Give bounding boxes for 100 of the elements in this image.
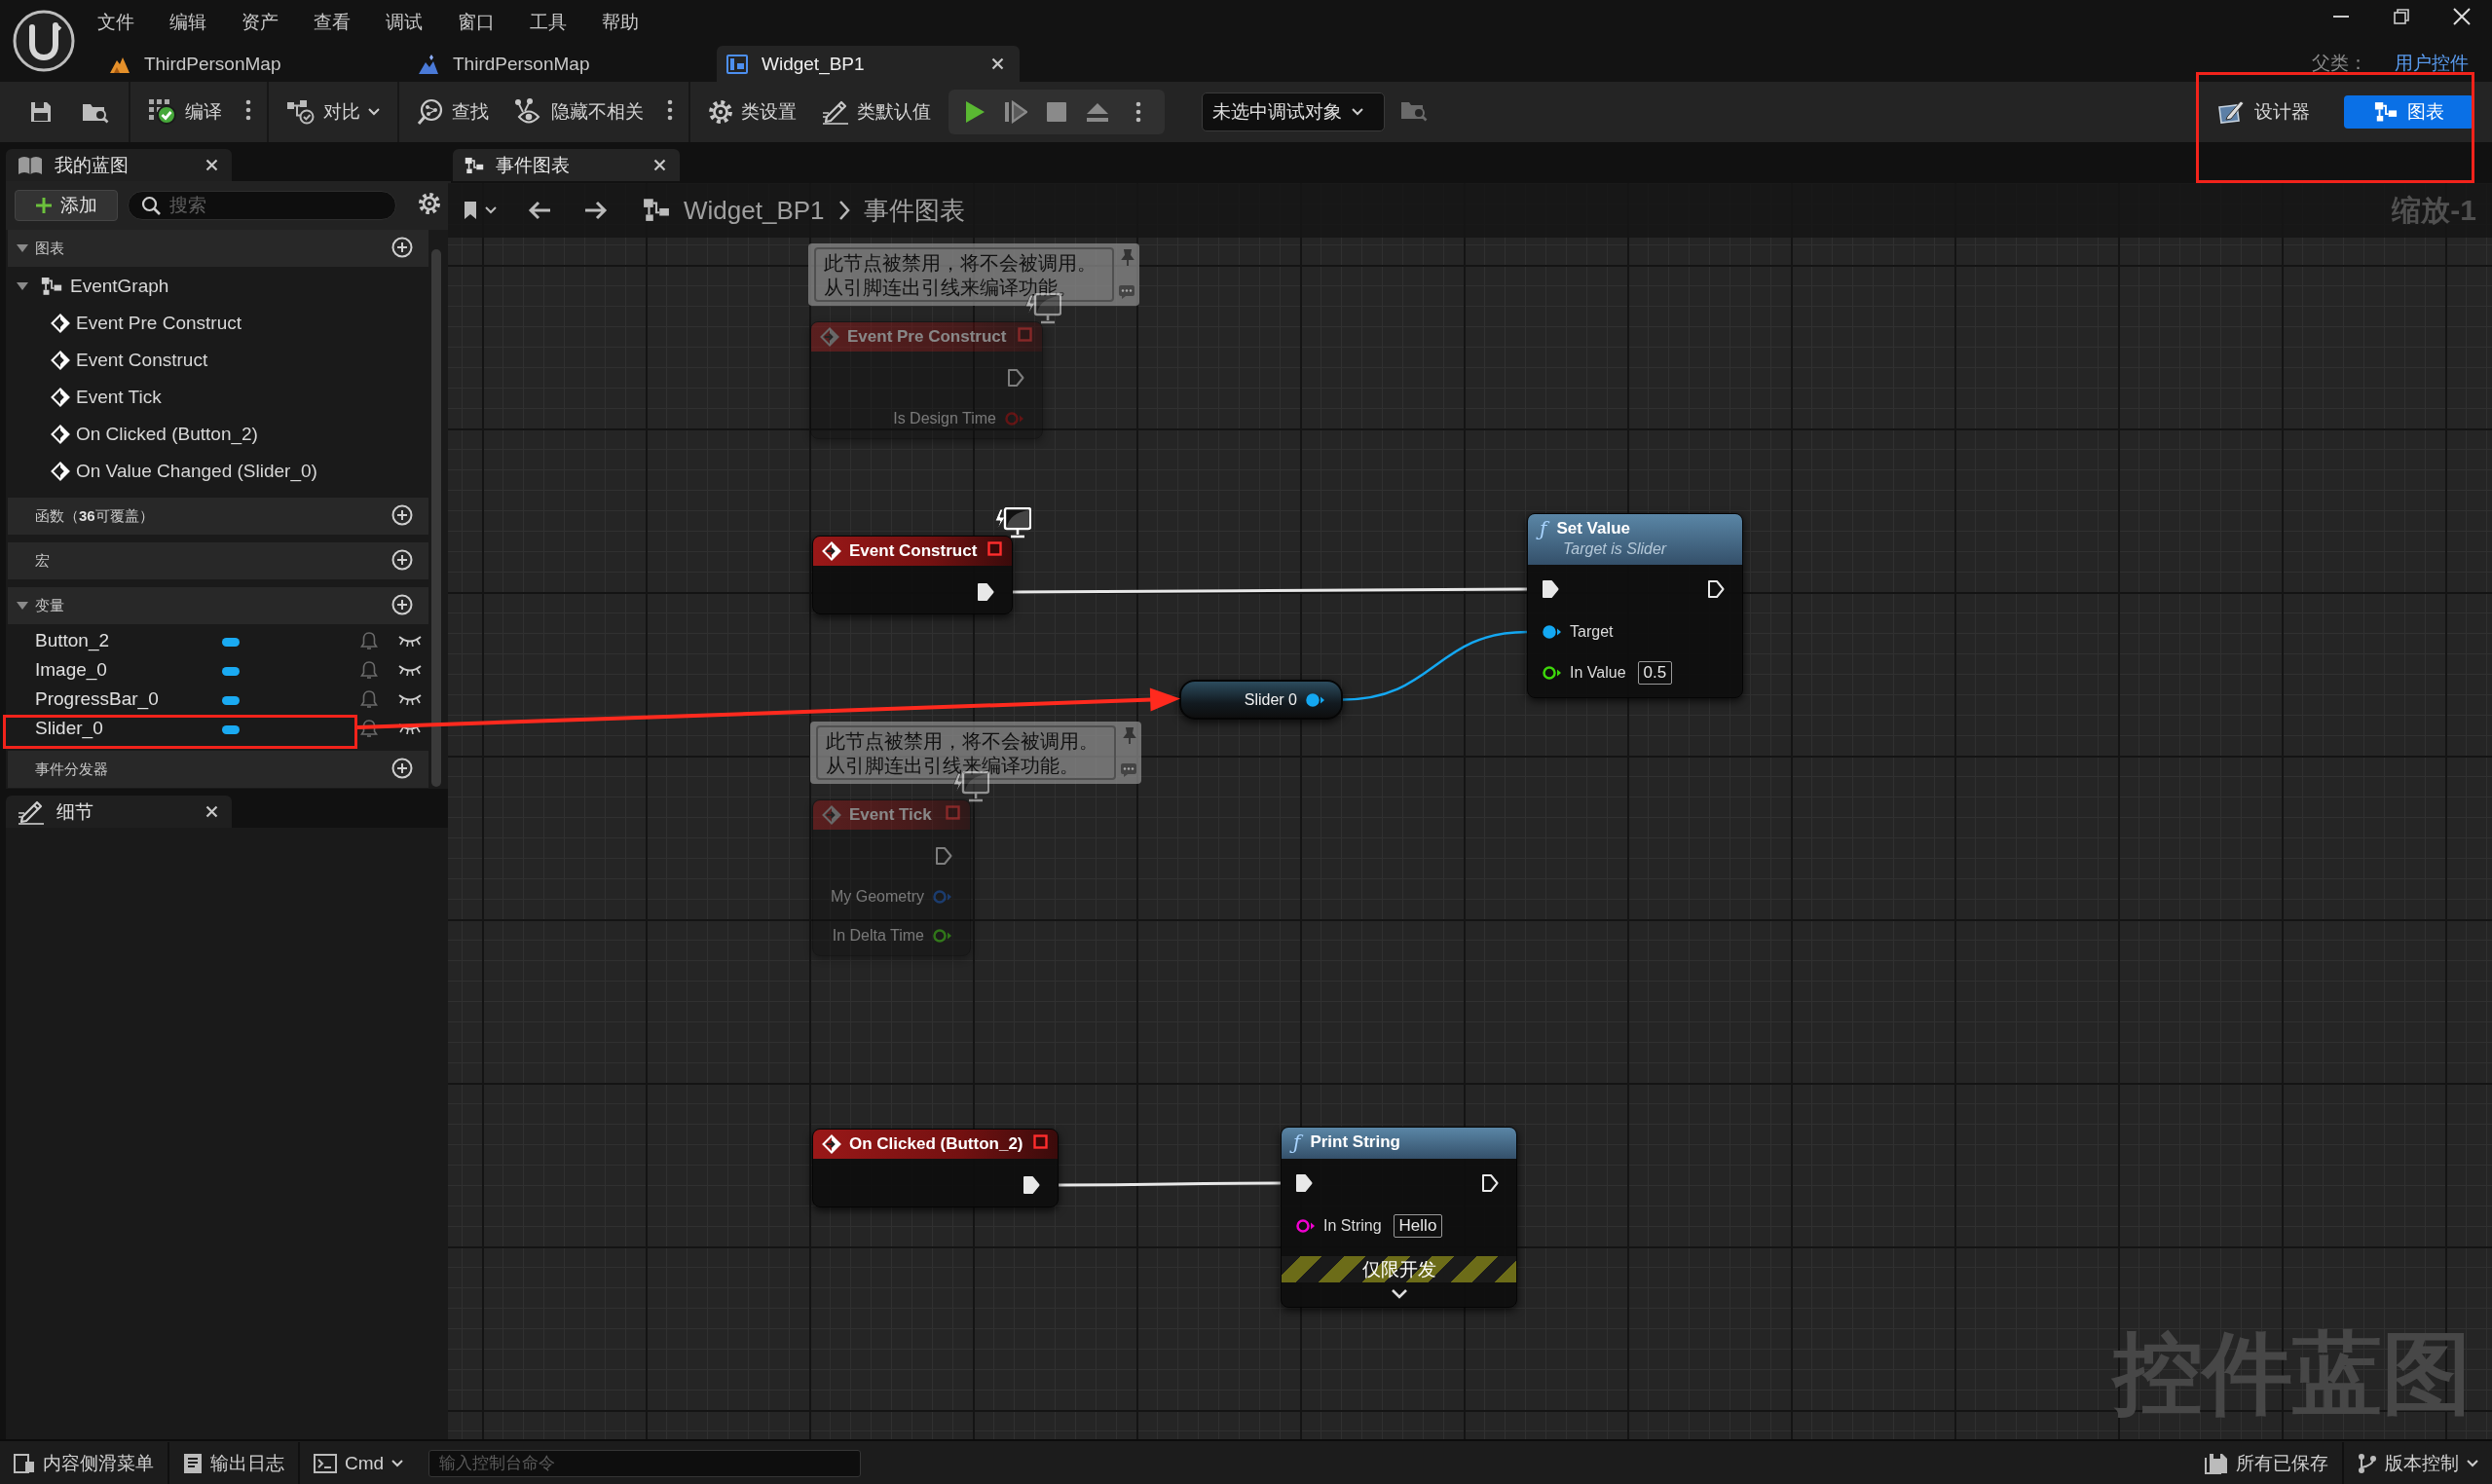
menu-item[interactable]: 工具	[512, 7, 584, 38]
tree-item[interactable]: Event Tick	[8, 379, 428, 416]
menu-item[interactable]: 窗口	[440, 7, 512, 38]
section-header[interactable]: 宏	[8, 542, 428, 579]
expand-arrow-icon[interactable]	[16, 281, 29, 291]
add-circle-icon[interactable]	[391, 548, 413, 571]
menu-item[interactable]: 帮助	[584, 7, 656, 38]
exec-pin-icon[interactable]	[977, 582, 994, 602]
menu-item[interactable]: 文件	[80, 7, 152, 38]
document-tab[interactable]: ThirdPersonMap	[408, 46, 711, 82]
add-button[interactable]: 添加	[15, 190, 118, 221]
menu-item[interactable]: 编辑	[152, 7, 224, 38]
menu-item[interactable]: 调试	[368, 7, 440, 38]
add-circle-icon[interactable]	[391, 503, 413, 526]
toolbar-button[interactable]: 类默认值	[812, 90, 941, 134]
close-icon[interactable]	[2453, 8, 2471, 25]
tree-item[interactable]: Event Construct	[8, 342, 428, 379]
variable-row[interactable]: Button_2	[8, 626, 428, 655]
bell-icon[interactable]	[360, 719, 378, 738]
add-circle-icon[interactable]	[391, 757, 413, 779]
node-header[interactable]: Event Construct	[813, 537, 1012, 566]
section-header[interactable]: 函数（36可覆盖）	[8, 498, 428, 535]
eye-closed-icon[interactable]	[397, 693, 423, 705]
tree-item[interactable]: On Clicked (Button_2)	[8, 416, 428, 453]
mode-button[interactable]: 设计器	[2199, 95, 2328, 129]
section-header[interactable]: 图表	[8, 230, 428, 267]
status-button[interactable]: 输出日志	[169, 1442, 298, 1484]
exec-pin-icon[interactable]	[1295, 1173, 1313, 1193]
tree-item[interactable]: Event Pre Construct	[8, 305, 428, 342]
more-icon[interactable]	[245, 98, 251, 121]
caret-icon[interactable]	[391, 1460, 404, 1467]
play-icon[interactable]	[964, 100, 986, 124]
caret-icon[interactable]	[2467, 1460, 2478, 1467]
toolbar-button[interactable]: 对比	[277, 90, 390, 134]
delegate-pin-icon[interactable]	[1033, 1134, 1048, 1149]
graph-tab[interactable]: 事件图表	[453, 149, 680, 181]
toolbar-button[interactable]: 编译	[138, 90, 232, 134]
console-input[interactable]: 输入控制台命令	[428, 1450, 862, 1477]
speech-bubble-icon[interactable]	[1118, 284, 1135, 300]
mode-button[interactable]: 图表	[2344, 95, 2473, 129]
panel-tab[interactable]: 我的蓝图	[6, 149, 232, 181]
close-icon[interactable]	[205, 804, 218, 818]
function-node[interactable]: ƒ Print String In String Hello 仅限开发	[1281, 1127, 1517, 1308]
node-header[interactable]: On Clicked (Button_2)	[813, 1130, 1058, 1159]
eye-closed-icon[interactable]	[397, 635, 423, 647]
tree-item[interactable]: EventGraph	[8, 268, 428, 305]
close-icon[interactable]	[653, 158, 666, 171]
floppy-icon[interactable]	[29, 100, 53, 124]
status-button[interactable]: 内容侧滑菜单	[0, 1442, 167, 1484]
scrollbar[interactable]	[431, 249, 441, 787]
status-button[interactable]: 所有已保存	[2191, 1442, 2342, 1484]
parent-class-link[interactable]: 用户控件	[2395, 51, 2469, 76]
more-icon[interactable]	[667, 98, 673, 121]
caret-icon[interactable]	[1352, 108, 1363, 116]
variable-row[interactable]: Slider_0	[8, 714, 428, 743]
back-arrow-icon[interactable]	[528, 201, 551, 220]
breadcrumb-link[interactable]: Widget_BP1	[684, 195, 825, 226]
exec-pin-icon[interactable]	[1542, 579, 1559, 599]
section-header[interactable]: 事件分发器	[8, 751, 428, 788]
caret-icon[interactable]	[368, 108, 380, 116]
bell-icon[interactable]	[360, 631, 378, 650]
caret-icon[interactable]	[485, 206, 497, 214]
breadcrumb-link[interactable]: 事件图表	[863, 193, 965, 228]
expand-arrow-icon[interactable]	[16, 601, 29, 611]
data-pin-icon[interactable]	[1305, 691, 1325, 708]
step-forward-icon[interactable]	[1004, 100, 1027, 124]
bell-icon[interactable]	[360, 660, 378, 680]
pushpin-icon[interactable]	[1121, 727, 1136, 745]
toolbar-button[interactable]: 查找	[407, 90, 499, 134]
close-icon[interactable]	[991, 56, 1004, 70]
menu-item[interactable]: 资产	[224, 7, 296, 38]
exec-pin-icon[interactable]	[1481, 1173, 1499, 1193]
status-button[interactable]: Cmd	[300, 1442, 418, 1484]
eye-closed-icon[interactable]	[397, 664, 423, 676]
exec-pin-icon[interactable]	[1707, 579, 1725, 599]
pushpin-icon[interactable]	[1119, 249, 1134, 267]
expand-arrow-icon[interactable]	[16, 243, 29, 253]
node-header[interactable]: ƒ Print String	[1282, 1128, 1516, 1159]
tree-item[interactable]: On Value Changed (Slider_0)	[8, 453, 428, 490]
document-tab[interactable]: ThirdPersonMap	[99, 46, 402, 82]
chevron-down-icon[interactable]	[1390, 1288, 1408, 1299]
node-header[interactable]: ƒ Set Value Target is Slider	[1528, 514, 1742, 565]
document-tab[interactable]: Widget_BP1	[717, 46, 1020, 82]
exec-pin-icon[interactable]	[1023, 1175, 1040, 1195]
default-value-field[interactable]: Hello	[1393, 1214, 1443, 1238]
eject-icon[interactable]	[1086, 102, 1109, 122]
toolbar-button[interactable]: 类设置	[698, 90, 806, 134]
function-node[interactable]: ƒ Set Value Target is Slider Target In Value 0.5	[1527, 513, 1743, 698]
add-circle-icon[interactable]	[391, 236, 413, 258]
debug-object-dropdown[interactable]: 未选中调试对象	[1202, 93, 1385, 131]
bookmark-icon[interactable]	[464, 201, 477, 220]
variable-row[interactable]: Image_0	[8, 655, 428, 685]
default-value-field[interactable]: 0.5	[1637, 661, 1673, 685]
event-node[interactable]: On Clicked (Button_2)	[812, 1129, 1059, 1207]
event-node[interactable]: Event Construct	[812, 536, 1013, 614]
search-field[interactable]: 搜索	[128, 191, 396, 220]
toolbar-button[interactable]: 隐藏不相关	[504, 90, 653, 134]
panel-tab[interactable]: 细节	[6, 796, 232, 828]
menu-item[interactable]: 查看	[296, 7, 368, 38]
close-icon[interactable]	[205, 158, 218, 171]
